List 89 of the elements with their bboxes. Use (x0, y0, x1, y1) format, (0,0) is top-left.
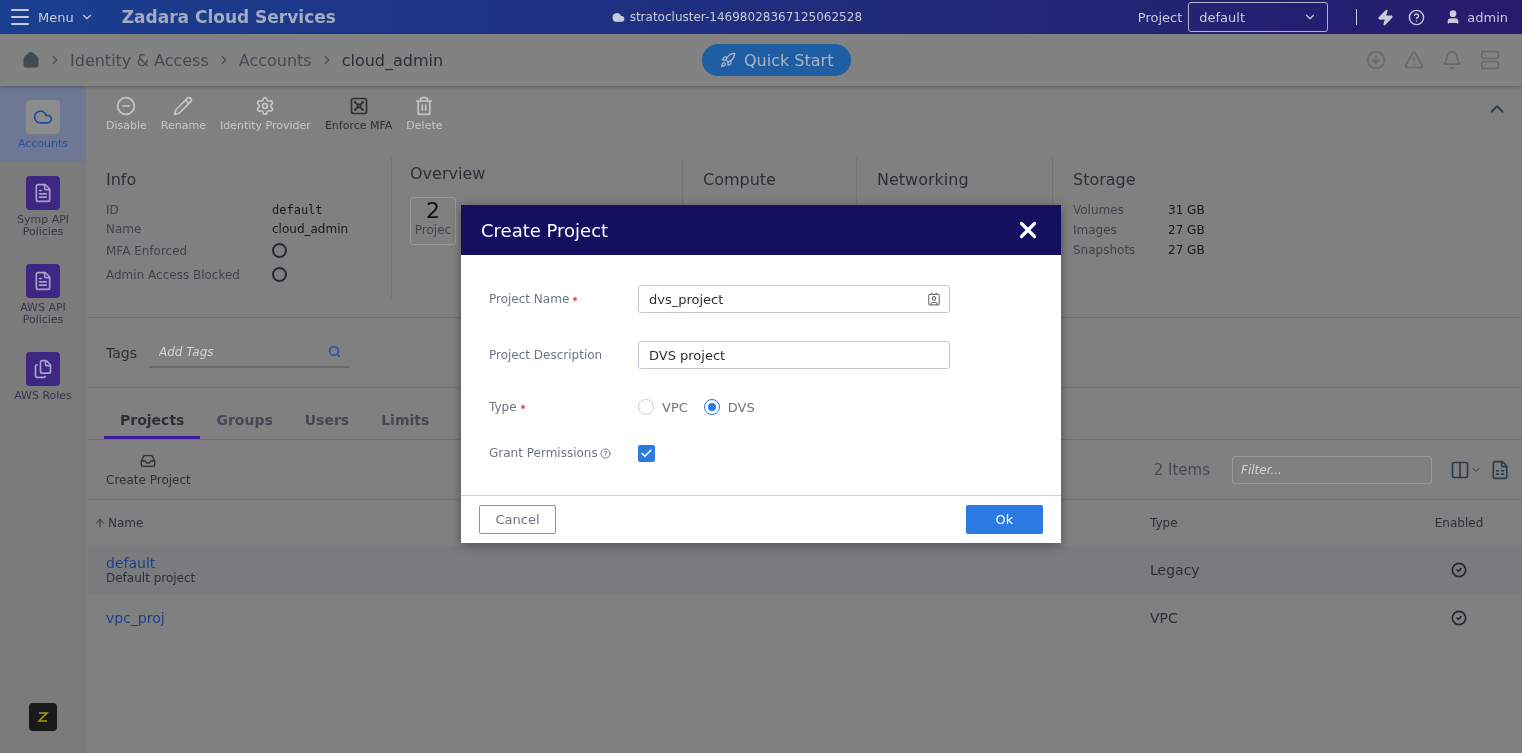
count-label: Projec (414, 223, 452, 237)
field-label: Images (1073, 223, 1118, 237)
field-value: 27 GB (1168, 223, 1206, 237)
required-mark-icon (518, 403, 527, 411)
create-project-button[interactable]: Create Project (100, 451, 197, 488)
item-count: 2 Items (1153, 460, 1210, 479)
document-icon (26, 264, 60, 298)
table-cell: VPC (1150, 610, 1178, 626)
text-field[interactable]: dvs_project (638, 285, 950, 313)
field-label: Volumes (1073, 203, 1125, 217)
field-label: Snapshots (1073, 243, 1137, 257)
text-field[interactable]: DVS project (649, 347, 941, 363)
field-label: Admin Access Blocked (106, 267, 241, 282)
field-label: Name (106, 222, 143, 236)
column-header[interactable]: Enabled (1434, 516, 1484, 530)
field-value: 31 GB (1168, 203, 1206, 217)
columns-icon[interactable] (1450, 459, 1482, 480)
up-arrow-icon[interactable] (94, 517, 106, 529)
required-mark-icon (571, 295, 580, 303)
tab[interactable]: Groups (200, 402, 289, 439)
documents-icon (26, 352, 60, 386)
breadcrumb-link[interactable]: cloud_admin (341, 50, 444, 70)
count-text: 2 (426, 198, 440, 223)
help-icon[interactable] (1408, 8, 1426, 26)
field-label: Project Name (489, 292, 570, 306)
breadcrumb-link[interactable]: Accounts (238, 50, 312, 70)
breadcrumb-link[interactable]: Identity & Access (70, 50, 209, 70)
user-menu[interactable]: admin (1439, 8, 1514, 26)
project-select[interactable]: default (1188, 2, 1329, 32)
text-field[interactable]: dvs_project (649, 291, 927, 307)
field-value: cloud_admin (272, 222, 350, 236)
dialog-title: Create Project (481, 219, 609, 241)
section-title: Overview (410, 164, 487, 183)
cloud-icon (611, 10, 625, 24)
section-title: Compute (703, 170, 777, 189)
safe-icon (348, 96, 369, 116)
sidebar-item[interactable]: AWS API Policies (0, 250, 86, 338)
document-icon (26, 176, 60, 210)
cancel-button[interactable]: Cancel (479, 505, 556, 534)
field-label: Type (489, 400, 517, 414)
project-link[interactable]: default (106, 555, 156, 571)
lightning-icon[interactable] (1377, 8, 1395, 26)
field-label: Project Description (489, 348, 603, 362)
sidebar-item[interactable]: Symp API Policies (0, 162, 86, 250)
column-header[interactable]: Name (108, 516, 144, 530)
text-field[interactable]: DVS project (638, 341, 950, 369)
project-link[interactable]: vpc_proj (106, 610, 165, 626)
section-title: Networking (877, 170, 970, 189)
checkmark-icon (640, 446, 653, 460)
project-description: Default project (106, 570, 196, 585)
field-value: 27 GB (1168, 243, 1206, 257)
logo-icon (29, 703, 57, 731)
radio-option[interactable]: VPC (638, 399, 688, 415)
contact-card-icon[interactable] (927, 292, 941, 306)
sidebar-item[interactable]: Accounts (0, 86, 86, 162)
pencil-icon (173, 96, 194, 116)
field-value: default (272, 203, 324, 217)
checkbox[interactable] (638, 444, 655, 462)
trash-icon (414, 96, 435, 116)
field-label: MFA Enforced (106, 243, 189, 258)
home-icon[interactable] (22, 51, 40, 69)
cloud-icon (26, 100, 60, 134)
tags-label: Tags (106, 344, 137, 361)
spreadsheet-icon[interactable] (1490, 459, 1510, 480)
tab[interactable]: Limits (365, 402, 446, 439)
sidebar-item[interactable]: AWS Roles (0, 338, 86, 414)
quick-start-button[interactable]: Quick Start (702, 44, 852, 76)
section-title: Storage (1073, 170, 1137, 189)
project-label: Project (1137, 9, 1183, 25)
cluster-name: stratocluster-14698028367125062528 (629, 10, 862, 24)
tab[interactable]: Projects (104, 402, 201, 439)
filter-field[interactable]: Filter... (1232, 455, 1432, 484)
field-label: Grant Permissions (489, 446, 598, 460)
tray-icon (140, 452, 157, 469)
section-title: Info (106, 170, 138, 189)
radio-option[interactable]: DVS (703, 399, 755, 415)
menu-button[interactable]: Menu (8, 5, 94, 29)
app-title: Zadara Cloud Services (121, 7, 336, 27)
ok-button[interactable]: Ok (966, 505, 1043, 534)
column-header[interactable]: Type (1150, 516, 1178, 530)
minus-circle-icon (116, 96, 137, 116)
tab[interactable]: Users (288, 402, 366, 439)
field-label: ID (106, 203, 120, 217)
search-icon (328, 345, 341, 358)
gear-icon (255, 96, 276, 116)
rocket-icon (720, 52, 736, 68)
toolbar-button[interactable]: Enforce MFA (324, 96, 393, 132)
table-cell: Legacy (1150, 562, 1200, 578)
tags-field[interactable]: Add Tags (157, 343, 328, 360)
